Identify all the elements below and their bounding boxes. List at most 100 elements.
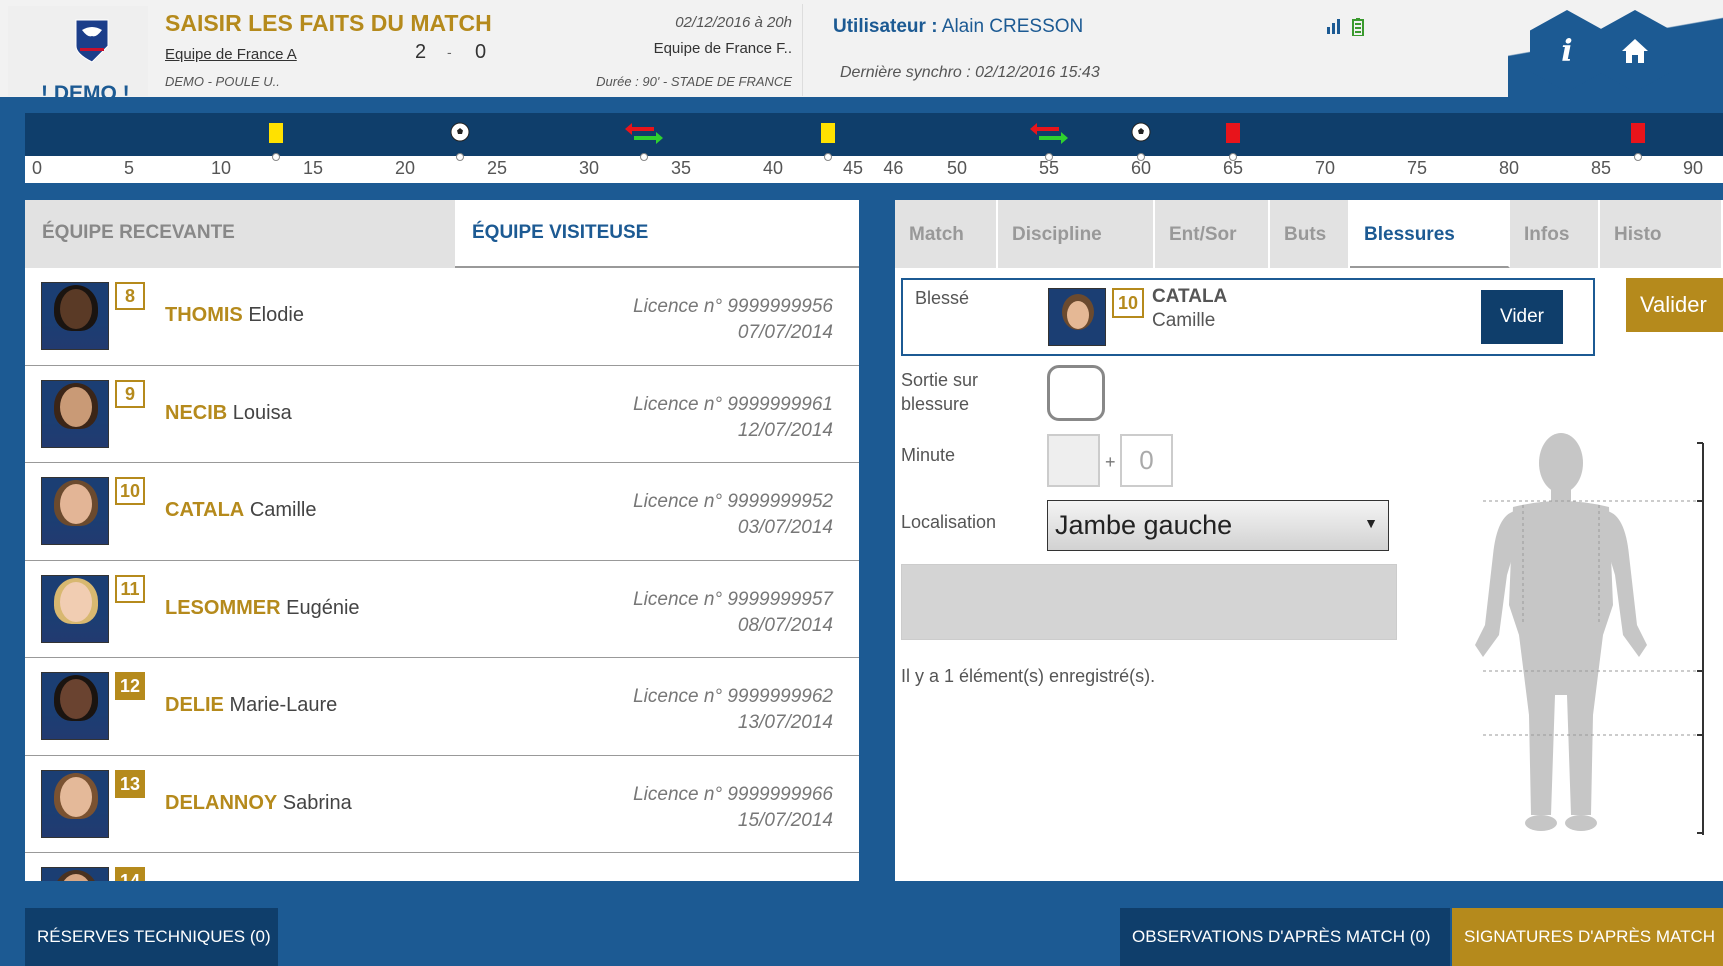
yellow-card-icon[interactable] [268,122,284,144]
player-row[interactable]: 13 DELANNOY Sabrina Licence n° 9999999966 1… [25,756,859,853]
player-first-name: Camille [249,499,317,521]
match-date: 02/12/2016 à 20h [675,14,792,31]
injured-first-name: Camille [1152,310,1216,331]
player-number-badge: 8 [115,282,145,310]
injury-exit-checkbox[interactable] [1047,365,1105,421]
timeline-tick: 50 [946,158,968,178]
last-sync: Dernière synchro : 02/12/2016 15:43 [840,64,1100,81]
licence-date: 13/07/2014 [737,712,833,733]
timeline-tick: 55 [1038,158,1060,178]
tab-infos[interactable]: Infos [1510,200,1600,268]
timeline-tick: 10 [210,158,232,178]
technical-reserves-button[interactable]: RÉSERVES TECHNIQUES (0) [25,908,278,966]
tab-blessures[interactable]: Blessures [1350,200,1510,268]
timeline-tick: 35 [670,158,692,178]
player-row[interactable]: 8 THOMIS Elodie Licence n° 9999999956 07/07… [25,268,859,366]
user-name: Alain CRESSON [941,16,1084,37]
match-timeline[interactable]: 0 5 10 15 20 25 30 35 40 45 46 50 55 60 65 70 75 80 85 90 [25,113,1723,183]
timeline-pin [1137,153,1145,161]
player-avatar [41,769,109,838]
signal-icon [1327,19,1340,34]
player-row[interactable]: 10 CATALA Camille Licence n° 9999999952 03/… [25,463,859,561]
comment-area[interactable] [901,564,1397,640]
licence-number: Licence n° 9999999956 [633,296,833,317]
away-team-label: Equipe de France F.. [653,40,792,57]
licence-number: Licence n° 9999999957 [633,588,833,610]
player-number-badge: 12 [115,672,145,700]
home-icon [1622,39,1648,63]
timeline-tick: 70 [1314,158,1336,178]
player-licence: Licence n° 9999999962 13/07/2014 [633,684,833,736]
fff-logo-icon [75,19,109,63]
user-label: Utilisateur : [833,16,938,37]
body-silhouette-icon[interactable] [1463,425,1723,845]
tab-histo[interactable]: Histo [1600,200,1723,268]
location-select[interactable]: Jambe gauche ▼ [1047,500,1389,551]
location-label: Localisation [901,512,997,532]
timeline-tick: 90 [1682,158,1704,178]
substitution-icon[interactable] [624,122,664,144]
timeline-tick: 20 [394,158,416,178]
post-match-signatures-button[interactable]: SIGNATURES D'APRÈS MATCH [1452,908,1723,966]
player-avatar [41,672,109,740]
score-away: 0 [475,41,487,63]
player-row[interactable]: 11 LESOMMER Eugénie Licence n° 9999999957 0… [25,561,859,658]
timeline-scale [25,156,1723,183]
player-list: 8 THOMIS Elodie Licence n° 9999999956 07/07… [25,268,859,881]
clear-button[interactable]: Vider [1481,290,1563,344]
duration-venue: Durée : 90' - STADE DE FRANCE [596,74,792,89]
tab-entsor[interactable]: Ent/Sor [1155,200,1270,268]
timeline-tick: 40 [762,158,784,178]
player-avatar [41,477,109,545]
player-avatar [41,867,109,881]
info-icon: i [1561,33,1573,69]
timeline-tick: 5 [123,158,135,178]
yellow-card-icon[interactable] [820,122,836,144]
home-team-link[interactable]: Equipe de France A [165,46,297,63]
minute-label: Minute [901,445,956,465]
extra-time-input[interactable]: 0 [1120,434,1173,487]
team-panel: ÉQUIPE RECEVANTE ÉQUIPE VISITEUSE 8 THOMI… [25,200,859,881]
events-panel: Match Discipline Ent/Sor Buts Blessures Infos… [895,200,1723,881]
player-licence: Licence n° 9999999961 12/07/2014 [633,392,833,444]
timeline-pin [1229,153,1237,161]
licence-date: 03/07/2014 [737,517,833,538]
player-licence: Licence n° 9999999966 15/07/2014 [633,782,833,834]
tab-discipline[interactable]: Discipline [998,200,1155,268]
goal-ball-icon[interactable] [1131,122,1151,144]
goal-ball-icon[interactable] [450,122,470,144]
player-first-name: Eugénie [286,596,360,619]
timeline-pin [1045,153,1053,161]
player-row[interactable]: 12 DELIE Marie-Laure Licence n° 9999999962… [25,658,859,756]
player-row[interactable]: 14 [25,853,859,881]
post-match-observations-button[interactable]: OBSERVATIONS D'APRÈS MATCH (0) [1120,908,1450,966]
logo-area: ! DEMO ! [8,6,148,105]
player-last-name: THOMIS [165,304,243,326]
player-name: DELANNOY Sabrina [165,792,352,815]
player-first-name: Marie-Laure [229,694,338,716]
tab-match[interactable]: Match [895,200,998,268]
competition-label: DEMO - POULE U.. [165,74,280,89]
substitution-icon[interactable] [1029,122,1069,144]
player-number-badge: 10 [115,477,145,505]
validate-button[interactable]: Valider [1626,278,1723,332]
injured-avatar [1048,288,1106,346]
red-card-icon[interactable] [1630,122,1646,144]
minute-input[interactable] [1047,434,1100,487]
player-last-name: LESOMMER [165,596,281,619]
player-licence: Licence n° 9999999956 07/07/2014 [633,294,833,346]
licence-date: 08/07/2014 [737,614,833,636]
tab-away-team[interactable]: ÉQUIPE VISITEUSE [455,200,859,268]
timeline-tick: 46 [883,158,904,178]
player-first-name: Sabrina [282,791,352,814]
page-title: SAISIR LES FAITS DU MATCH [165,10,492,36]
red-card-icon[interactable] [1225,122,1241,144]
score-separator: - [447,44,452,60]
tab-home-team[interactable]: ÉQUIPE RECEVANTE [25,200,455,268]
player-avatar [41,574,109,643]
player-row[interactable]: 9 NECIB Louisa Licence n° 9999999961 12/07/… [25,366,859,463]
player-name: LESOMMER Eugénie [165,597,360,620]
timeline-pin [456,153,465,161]
licence-number: Licence n° 9999999961 [633,393,833,415]
tab-buts[interactable]: Buts [1270,200,1350,268]
